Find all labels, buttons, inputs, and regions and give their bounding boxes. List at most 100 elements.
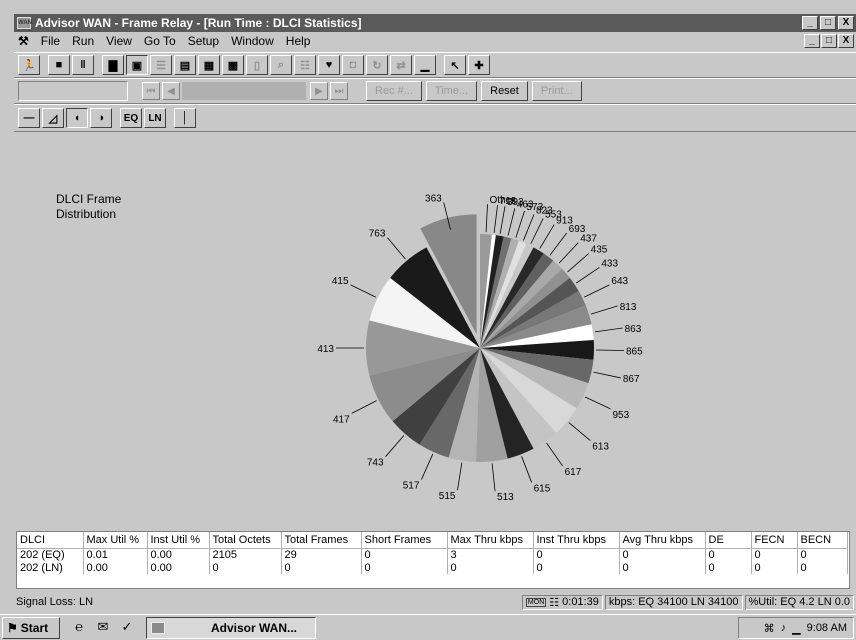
column-header[interactable]: Max Util % xyxy=(83,532,148,549)
column-header[interactable]: DE xyxy=(705,532,752,549)
line-icon[interactable]: — xyxy=(18,108,40,128)
maximize-button[interactable]: □ xyxy=(820,16,836,30)
column-header[interactable]: Total Frames xyxy=(281,532,362,549)
chart-title-line-2: Distribution xyxy=(56,207,117,221)
view-toolbar: — ◿ ◖ ◑ EQ LN │ xyxy=(14,104,856,132)
doc-icon[interactable]: ⚒ xyxy=(18,34,29,48)
table-row[interactable]: 202 (LN) 0.00 0.00 0 0 0 0 0 0 0 0 0 xyxy=(17,561,848,574)
table-cell: 0 xyxy=(361,548,448,561)
desktop-icon[interactable]: ✓ xyxy=(118,619,136,637)
heart-icon[interactable]: ♥ xyxy=(318,55,340,75)
kbps-status: kbps: EQ 34100 LN 34100 xyxy=(604,594,743,610)
refresh-icon[interactable]: ↻ xyxy=(366,55,388,75)
status-bar: Signal Loss: LN MON ☷ 0:01:39 kbps: EQ 3… xyxy=(14,594,856,610)
menu-goto[interactable]: Go To xyxy=(144,34,176,48)
outlook-icon[interactable]: ✉ xyxy=(94,619,112,637)
volume-tray-icon[interactable]: ♪ xyxy=(781,622,787,634)
graph-tray-icon[interactable]: ▁ xyxy=(792,622,800,635)
table-icon[interactable]: ▤ xyxy=(174,55,196,75)
leader-line xyxy=(567,253,589,273)
table-cell: 3 xyxy=(447,548,534,561)
elapsed-time: 0:01:39 xyxy=(562,596,599,608)
start-label: Start xyxy=(20,620,49,635)
menu-help[interactable]: Help xyxy=(286,34,311,48)
internet-explorer-icon[interactable]: ℮ xyxy=(70,619,88,637)
prev-record-icon[interactable]: ◀ xyxy=(162,82,180,100)
slice-label: 517 xyxy=(403,481,420,492)
leader-line xyxy=(558,242,579,264)
network-icon[interactable]: ☷ xyxy=(294,55,316,75)
close-button[interactable]: X xyxy=(838,16,854,30)
table-cell: 0 xyxy=(751,548,798,561)
leader-line xyxy=(507,208,516,236)
menu-file[interactable]: File xyxy=(41,34,60,48)
graph-icon[interactable]: ▁ xyxy=(414,55,436,75)
mdi-minimize-button[interactable]: _ xyxy=(804,34,820,48)
list-icon[interactable]: ☰ xyxy=(150,55,172,75)
ln-button[interactable]: LN xyxy=(144,108,166,128)
table-row[interactable]: 202 (EQ) 0.01 0.00 2105 29 0 3 0 0 0 0 0 xyxy=(17,548,848,561)
grid-icon[interactable]: ▦ xyxy=(198,55,220,75)
menu-run[interactable]: Run xyxy=(72,34,94,48)
leader-line xyxy=(521,456,532,483)
record-slider[interactable] xyxy=(182,82,306,100)
menu-setup[interactable]: Setup xyxy=(188,34,219,48)
slice-label: 867 xyxy=(623,374,640,385)
first-record-icon[interactable]: ⏮ xyxy=(142,82,160,100)
slice-label: 435 xyxy=(591,245,608,256)
column-header[interactable]: Max Thru kbps xyxy=(447,532,534,549)
matrix-icon[interactable]: ▩ xyxy=(222,55,244,75)
statistics-icon[interactable]: ▣ xyxy=(126,55,148,75)
column-header[interactable]: DLCI xyxy=(17,532,84,549)
table-cell: 0 xyxy=(797,561,848,574)
column-header[interactable]: BECN xyxy=(797,532,848,549)
swap-icon[interactable]: ⇄ xyxy=(390,55,412,75)
reset-button[interactable]: Reset xyxy=(481,81,528,101)
column-header[interactable]: Inst Util % xyxy=(147,532,210,549)
leader-line xyxy=(385,435,405,457)
leader-line xyxy=(485,204,488,233)
column-header[interactable]: Short Frames xyxy=(361,532,448,549)
menu-view[interactable]: View xyxy=(106,34,132,48)
stop-icon[interactable]: ■ xyxy=(48,55,70,75)
column-header[interactable]: Total Octets xyxy=(209,532,282,549)
column-header[interactable]: Inst Thru kbps xyxy=(533,532,620,549)
table-cell: 0.01 xyxy=(83,548,148,561)
window-title: Advisor WAN - Frame Relay - [Run Time : … xyxy=(35,16,362,30)
mdi-restore-button[interactable]: □ xyxy=(821,34,837,48)
last-record-icon[interactable]: ⏭ xyxy=(330,82,348,100)
minimize-button[interactable]: _ xyxy=(802,16,818,30)
shield-icon[interactable]: ◘ xyxy=(342,55,364,75)
taskbar-item-advisor[interactable]: Advisor WAN... xyxy=(146,616,316,639)
bar-chart-icon[interactable]: ▇ xyxy=(102,55,124,75)
app-window: WAN Advisor WAN - Frame Relay - [Run Tim… xyxy=(14,14,856,610)
table-header-row: DLCI Max Util % Inst Util % Total Octets Tot… xyxy=(17,532,848,549)
column-header[interactable]: Avg Thru kbps xyxy=(619,532,706,549)
dte-icon[interactable]: ◑ xyxy=(90,108,112,128)
add-icon[interactable]: ✚ xyxy=(468,55,490,75)
print-button[interactable]: Print... xyxy=(531,81,582,101)
rec-button[interactable]: Rec #... xyxy=(366,81,422,101)
start-button[interactable]: ⚑ Start xyxy=(2,616,60,639)
table-cell: 0.00 xyxy=(147,548,210,561)
run-icon[interactable]: 🏃 xyxy=(18,55,40,75)
time-button[interactable]: Time... xyxy=(425,81,478,101)
menu-window[interactable]: Window xyxy=(231,34,274,48)
slice-label: 417 xyxy=(333,414,350,425)
pointer-icon[interactable]: ↖ xyxy=(444,55,466,75)
area-chart-icon[interactable]: ◿ xyxy=(42,108,64,128)
table-cell: 0 xyxy=(209,561,282,574)
pie-chart-icon[interactable]: ◖ xyxy=(66,108,88,128)
marker-icon[interactable]: │ xyxy=(174,108,196,128)
page-icon[interactable]: ▯ xyxy=(246,55,268,75)
eq-button[interactable]: EQ xyxy=(120,108,142,128)
column-header[interactable]: FECN xyxy=(751,532,798,549)
app-icon[interactable]: WAN xyxy=(17,17,32,29)
network-tray-icon[interactable]: ⌘ xyxy=(764,622,775,635)
zoom-icon[interactable]: ⌕ xyxy=(270,55,292,75)
slice-label: 643 xyxy=(611,276,628,287)
next-record-icon[interactable]: ▶ xyxy=(310,82,328,100)
table-cell: 202 (EQ) xyxy=(17,548,84,561)
mdi-close-button[interactable]: X xyxy=(838,34,854,48)
pause-icon[interactable]: ‖ xyxy=(72,55,94,75)
